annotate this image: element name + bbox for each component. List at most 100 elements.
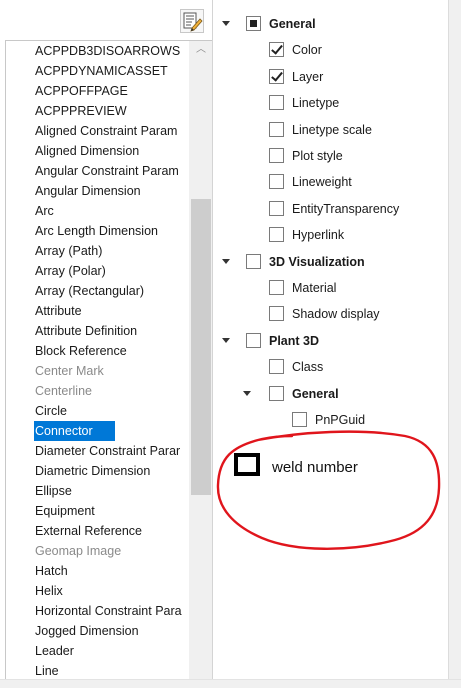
tree-label-3d-visualization: 3D Visualization (269, 255, 365, 269)
tree-row-material[interactable]: Material (213, 278, 448, 298)
list-item-label: Diameter Constraint Parar (35, 444, 181, 458)
list-item[interactable]: Attribute Definition (6, 321, 189, 341)
tree-row-class[interactable]: Class (213, 357, 448, 377)
weld-number-checkbox[interactable] (234, 453, 260, 476)
checkbox-linetype-scale[interactable] (269, 122, 284, 137)
object-type-list-items: ACPPDB3DISOARROWS ACPPDYNAMICASSET ACPPOFF… (6, 41, 189, 679)
tree-row-linetype[interactable]: Linetype (213, 93, 448, 113)
object-type-pane: ACPPDB3DISOARROWS ACPPDYNAMICASSET ACPPOFF… (0, 0, 212, 679)
checkbox-general[interactable] (246, 16, 261, 31)
list-item-label: Aligned Constraint Param (35, 124, 178, 138)
list-item-label: Connector (34, 421, 115, 441)
tree-label-color: Color (292, 43, 322, 57)
list-item[interactable]: Arc Length Dimension (6, 221, 189, 241)
list-item-label: ACPPPREVIEW (35, 104, 127, 118)
list-item[interactable]: Circle (6, 401, 189, 421)
tree-row-color[interactable]: Color (213, 40, 448, 60)
list-item[interactable]: Jogged Dimension (6, 621, 189, 641)
tree-row-lineweight[interactable]: Lineweight (213, 172, 448, 192)
checkbox-plot-style[interactable] (269, 148, 284, 163)
list-item-label: Array (Polar) (35, 264, 106, 278)
list-item[interactable]: Array (Rectangular) (6, 281, 189, 301)
list-item[interactable]: ACPPDYNAMICASSET (6, 61, 189, 81)
list-item[interactable]: Hatch (6, 561, 189, 581)
tree-label-plant-general: General (292, 387, 339, 401)
list-item[interactable]: Equipment (6, 501, 189, 521)
tree-row-shadow-display[interactable]: Shadow display (213, 304, 448, 324)
tree-row-plant-3d[interactable]: Plant 3D (213, 331, 448, 351)
checkbox-shadow-display[interactable] (269, 306, 284, 321)
list-item[interactable]: Aligned Constraint Param (6, 121, 189, 141)
list-item[interactable]: ACPPDB3DISOARROWS (6, 41, 189, 61)
tree-row-plot-style[interactable]: Plot style (213, 146, 448, 166)
list-item[interactable]: Horizontal Constraint Para (6, 601, 189, 621)
list-item-label: Array (Path) (35, 244, 103, 258)
list-item[interactable]: Angular Constraint Param (6, 161, 189, 181)
list-item[interactable]: Diameter Constraint Parar (6, 441, 189, 461)
tree-row-layer[interactable]: Layer (213, 67, 448, 87)
edit-list-icon (183, 12, 203, 32)
expand-arrow-icon[interactable] (222, 19, 232, 29)
edit-list-button[interactable] (180, 9, 204, 33)
checkbox-plant-3d[interactable] (246, 333, 261, 348)
tree-row-plant-general[interactable]: General (213, 384, 448, 404)
list-item[interactable]: Diametric Dimension (6, 461, 189, 481)
checkbox-layer[interactable] (269, 69, 284, 84)
tree-row-general[interactable]: General (213, 14, 448, 34)
list-item[interactable]: Connector (6, 421, 189, 441)
tree-label-linetype: Linetype (292, 96, 340, 110)
list-item[interactable]: Center Mark (6, 361, 189, 381)
list-item-label: Ellipse (35, 484, 72, 498)
list-item[interactable]: External Reference (6, 521, 189, 541)
list-item[interactable]: Line (6, 661, 189, 679)
tree-label-shadow-display: Shadow display (292, 307, 380, 321)
list-item-label: Angular Constraint Param (35, 164, 179, 178)
checkbox-entity-transparency[interactable] (269, 201, 284, 216)
tree-row-3d-visualization[interactable]: 3D Visualization (213, 252, 448, 272)
checkbox-material[interactable] (269, 280, 284, 295)
list-item[interactable]: Helix (6, 581, 189, 601)
expand-arrow-icon[interactable] (243, 389, 253, 399)
list-item[interactable]: Centerline (6, 381, 189, 401)
list-item[interactable]: Array (Polar) (6, 261, 189, 281)
tree-label-pnpguid: PnPGuid (315, 413, 366, 427)
tree-label-layer: Layer (292, 70, 324, 84)
scroll-up-icon[interactable]: ︿ (189, 41, 212, 58)
tree-row-hyperlink[interactable]: Hyperlink (213, 225, 448, 245)
tree-row-entity-transparency[interactable]: EntityTransparency (213, 199, 448, 219)
checkbox-3d-visualization[interactable] (246, 254, 261, 269)
tree-row-linetype-scale[interactable]: Linetype scale (213, 120, 448, 140)
expand-arrow-icon[interactable] (222, 257, 232, 267)
list-item[interactable]: Arc (6, 201, 189, 221)
list-item[interactable]: Block Reference (6, 341, 189, 361)
list-item[interactable]: Geomap Image (6, 541, 189, 561)
bottom-edge (0, 679, 461, 688)
checkbox-color[interactable] (269, 42, 284, 57)
list-item-label: Block Reference (35, 344, 127, 358)
list-item[interactable]: Angular Dimension (6, 181, 189, 201)
checkbox-pnpguid[interactable] (292, 412, 307, 427)
list-scroll-thumb[interactable] (191, 199, 211, 495)
tree-scrollbar[interactable] (448, 0, 461, 679)
list-item[interactable]: ACPPOFFPAGE (6, 81, 189, 101)
list-item-label: Attribute Definition (35, 324, 138, 338)
tree-label-linetype-scale: Linetype scale (292, 123, 372, 137)
list-item-label: Equipment (35, 504, 95, 518)
list-item-label: Array (Rectangular) (35, 284, 145, 298)
object-type-list[interactable]: ACPPDB3DISOARROWS ACPPDYNAMICASSET ACPPOFF… (5, 40, 212, 679)
tree-row-pnpguid[interactable]: PnPGuid (213, 410, 448, 430)
checkbox-class[interactable] (269, 359, 284, 374)
checkbox-plant-general[interactable] (269, 386, 284, 401)
list-item[interactable]: Array (Path) (6, 241, 189, 261)
list-item[interactable]: Ellipse (6, 481, 189, 501)
list-item[interactable]: ACPPPREVIEW (6, 101, 189, 121)
list-scrollbar[interactable]: ︿ (189, 41, 212, 679)
list-item[interactable]: Aligned Dimension (6, 141, 189, 161)
checkbox-hyperlink[interactable] (269, 227, 284, 242)
checkbox-lineweight[interactable] (269, 174, 284, 189)
list-item-label: Geomap Image (35, 544, 122, 558)
expand-arrow-icon[interactable] (222, 336, 232, 346)
list-item[interactable]: Leader (6, 641, 189, 661)
checkbox-linetype[interactable] (269, 95, 284, 110)
list-item[interactable]: Attribute (6, 301, 189, 321)
